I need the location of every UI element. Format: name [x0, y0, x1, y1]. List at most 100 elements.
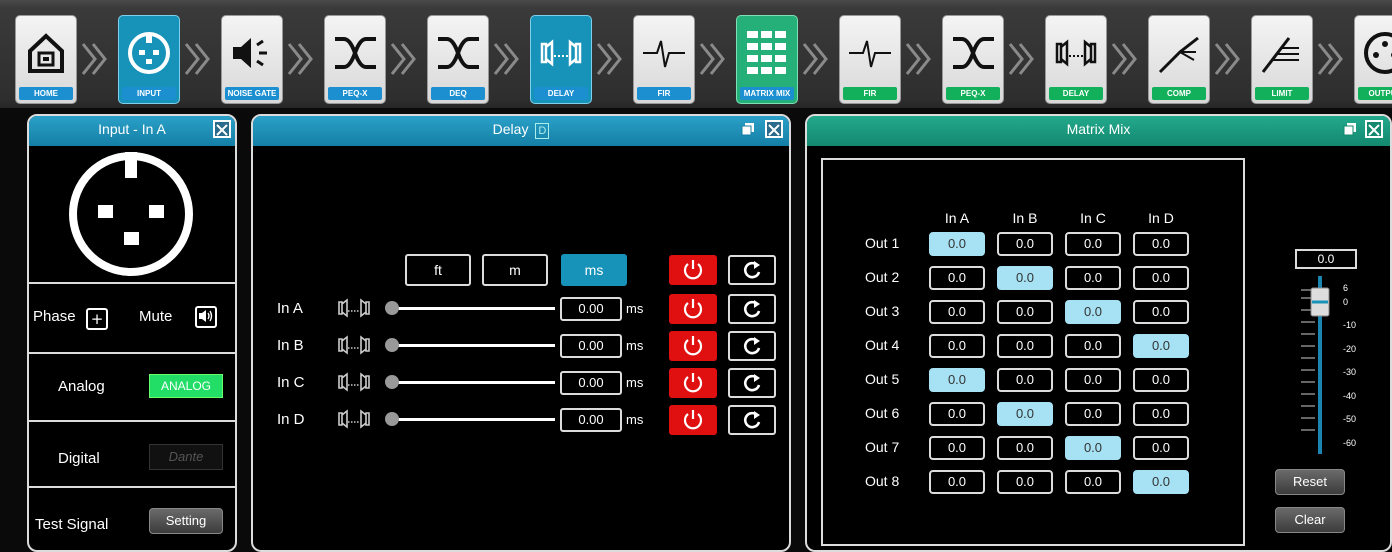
- toolbar-button-noise-gate[interactable]: NOISE GATE: [221, 15, 283, 104]
- matrix-column-header: In C: [1080, 210, 1106, 226]
- unit-button-m[interactable]: m: [482, 254, 548, 286]
- matrix-gain-cell[interactable]: 0.0: [997, 266, 1053, 290]
- toolbar-button-fir[interactable]: FIR: [633, 15, 695, 104]
- matrix-gain-cell[interactable]: 0.0: [929, 266, 985, 290]
- matrix-gain-cell[interactable]: 0.0: [1065, 334, 1121, 358]
- toolbar-button-delay[interactable]: DELAY: [530, 15, 592, 104]
- phase-button[interactable]: +: [86, 308, 108, 330]
- matrix-gain-cell[interactable]: 0.0: [1065, 402, 1121, 426]
- matrix-gain-cell[interactable]: 0.0: [1065, 436, 1121, 460]
- reset-button-in-b[interactable]: [728, 331, 776, 361]
- toolbar-button-peq-x[interactable]: PEQ-X: [942, 15, 1004, 104]
- reset-button-in-c[interactable]: [728, 368, 776, 398]
- matrix-reset-button[interactable]: Reset: [1275, 469, 1345, 495]
- delay-slider-track[interactable]: [395, 344, 555, 347]
- matrix-gain-cell[interactable]: 0.0: [1133, 266, 1189, 290]
- matrix-gain-cell[interactable]: 0.0: [1065, 300, 1121, 324]
- toolbar-button-comp[interactable]: COMP: [1148, 15, 1210, 104]
- toolbar-button-matrix-mix[interactable]: MATRIX MIX: [736, 15, 798, 104]
- chain-arrow-icon: [1008, 43, 1034, 75]
- matrix-gain-cell[interactable]: 0.0: [997, 402, 1053, 426]
- matrix-column-header: In D: [1148, 210, 1174, 226]
- restore-window-icon[interactable]: [741, 122, 755, 136]
- toolbar-button-deq[interactable]: DEQ: [427, 15, 489, 104]
- dante-source-button[interactable]: Dante: [149, 444, 223, 470]
- delay-speaker-icon: [337, 408, 371, 434]
- toolbar-button-fir[interactable]: FIR: [839, 15, 901, 104]
- delay-slider-knob[interactable]: [385, 375, 399, 389]
- toolbar-button-peq-x[interactable]: PEQ-X: [324, 15, 386, 104]
- matrix-gain-cell[interactable]: 0.0: [1133, 334, 1189, 358]
- matrix-gain-cell[interactable]: 0.0: [1133, 232, 1189, 256]
- delay-icon: [1046, 16, 1106, 90]
- matrix-panel-close-button[interactable]: [1365, 120, 1383, 138]
- delay-value-field[interactable]: 0.00: [560, 334, 622, 358]
- matrix-gain-cell[interactable]: 0.0: [929, 368, 985, 392]
- matrix-gain-cell[interactable]: 0.0: [929, 300, 985, 324]
- power-button-in-b[interactable]: [669, 331, 717, 361]
- matrix-gain-cell[interactable]: 0.0: [1065, 232, 1121, 256]
- fader-value-display[interactable]: 0.0: [1295, 249, 1357, 269]
- power-button-in-a[interactable]: [669, 294, 717, 324]
- input-panel-close-button[interactable]: [213, 120, 231, 138]
- matrix-gain-cell[interactable]: 0.0: [1065, 266, 1121, 290]
- matrix-gain-cell[interactable]: 0.0: [997, 334, 1053, 358]
- matrix-gain-cell[interactable]: 0.0: [997, 232, 1053, 256]
- fader-scale-label: -60: [1343, 438, 1357, 448]
- delay-slider-track[interactable]: [395, 418, 555, 421]
- matrix-gain-cell[interactable]: 0.0: [1133, 368, 1189, 392]
- reset-button-all[interactable]: [728, 255, 776, 285]
- reset-button-in-d[interactable]: [728, 405, 776, 435]
- power-icon: [683, 373, 703, 393]
- reset-button-in-a[interactable]: [728, 294, 776, 324]
- matrix-clear-button[interactable]: Clear: [1275, 507, 1345, 533]
- toolbar-button-home[interactable]: HOME: [15, 15, 77, 104]
- matrix-panel-titlebar: Matrix Mix: [807, 116, 1390, 146]
- matrix-gain-cell[interactable]: 0.0: [929, 402, 985, 426]
- matrix-gain-cell[interactable]: 0.0: [997, 470, 1053, 494]
- matrix-gain-cell[interactable]: 0.0: [997, 436, 1053, 460]
- analog-source-button[interactable]: ANALOG: [149, 374, 223, 398]
- power-button-in-c[interactable]: [669, 368, 717, 398]
- master-fader[interactable]: [1299, 276, 1339, 456]
- matrix-gain-cell[interactable]: 0.0: [1065, 368, 1121, 392]
- delay-slider-track[interactable]: [395, 381, 555, 384]
- matrix-gain-cell[interactable]: 0.0: [1133, 436, 1189, 460]
- matrix-gain-cell[interactable]: 0.0: [929, 232, 985, 256]
- matrix-gain-cell[interactable]: 0.0: [1133, 402, 1189, 426]
- delay-value-field[interactable]: 0.00: [560, 297, 622, 321]
- matrix-gain-cell[interactable]: 0.0: [1133, 300, 1189, 324]
- delay-slider-knob[interactable]: [385, 412, 399, 426]
- toolbar-button-limit[interactable]: LIMIT: [1251, 15, 1313, 104]
- power-button-all[interactable]: [669, 255, 717, 285]
- matrix-gain-cell[interactable]: 0.0: [929, 436, 985, 460]
- mute-button[interactable]: [195, 306, 217, 328]
- toolbar-button-input[interactable]: INPUT: [118, 15, 180, 104]
- toolbar-button-delay[interactable]: DELAY: [1045, 15, 1107, 104]
- test-signal-setting-button[interactable]: Setting: [149, 508, 223, 534]
- delay-slider-knob[interactable]: [385, 301, 399, 315]
- chain-arrow-icon: [287, 43, 313, 75]
- delay-value-field[interactable]: 0.00: [560, 371, 622, 395]
- matrix-gain-cell[interactable]: 0.0: [1065, 470, 1121, 494]
- matrix-mix-panel: Matrix Mix In A In B In C In D Out 1 0.0 0.0 0.…: [805, 114, 1392, 552]
- unit-button-ft[interactable]: ft: [405, 254, 471, 286]
- toolbar-button-output[interactable]: OUTPUT: [1354, 15, 1392, 104]
- matrix-gain-cell[interactable]: 0.0: [997, 300, 1053, 324]
- matrix-gain-cell[interactable]: 0.0: [1133, 470, 1189, 494]
- power-button-in-d[interactable]: [669, 405, 717, 435]
- chain-arrow-icon: [905, 43, 931, 75]
- matrix-gain-cell[interactable]: 0.0: [929, 334, 985, 358]
- delay-value-field[interactable]: 0.00: [560, 408, 622, 432]
- delay-panel-close-button[interactable]: [765, 120, 783, 138]
- unit-button-ms[interactable]: ms: [561, 254, 627, 286]
- matrix-gain-cell[interactable]: 0.0: [929, 470, 985, 494]
- delay-slider-track[interactable]: [395, 307, 555, 310]
- delay-slider-knob[interactable]: [385, 338, 399, 352]
- matrix-row-header: Out 7: [865, 439, 900, 455]
- chain-arrow-icon: [1111, 43, 1137, 75]
- delay-channel-label: In C: [277, 374, 305, 391]
- restore-window-icon[interactable]: [1343, 122, 1357, 136]
- matrix-gain-cell[interactable]: 0.0: [997, 368, 1053, 392]
- matrix-row-header: Out 6: [865, 405, 900, 421]
